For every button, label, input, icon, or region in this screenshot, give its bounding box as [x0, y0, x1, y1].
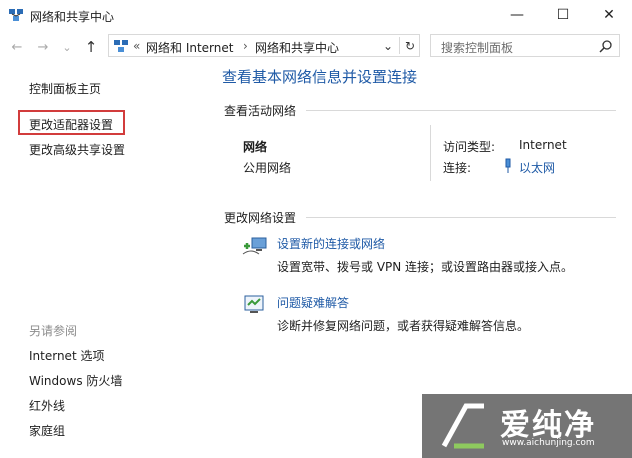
ethernet-icon	[505, 158, 511, 173]
network-location-icon	[114, 40, 128, 52]
access-type-value: Internet	[519, 138, 567, 152]
setup-new-connection-desc: 设置宽带、拨号或 VPN 连接；或设置路由器或接入点。	[277, 260, 574, 274]
close-button[interactable]: ✕	[586, 0, 632, 30]
network-name: 网络	[243, 140, 268, 154]
active-networks-heading: 查看活动网络	[224, 104, 297, 118]
ethernet-link[interactable]: 以太网	[519, 159, 555, 176]
forward-button[interactable]: →	[34, 38, 52, 56]
sidebar-change-advanced-sharing[interactable]: 更改高级共享设置	[29, 141, 125, 158]
up-button[interactable]: ↑	[82, 38, 100, 56]
maximize-button[interactable]: ☐	[540, 0, 586, 30]
connection-label: 连接:	[443, 161, 472, 175]
section-divider	[306, 110, 616, 111]
minimize-button[interactable]: —	[494, 0, 540, 30]
address-bar[interactable]: « 网络和 Internet › 网络和共享中心 ⌄ ↻	[108, 34, 420, 57]
recent-locations-button[interactable]: ⌄	[58, 38, 76, 56]
access-type-label: 访问类型:	[443, 140, 496, 154]
network-center-icon	[9, 9, 23, 21]
breadcrumb-separator-icon: ›	[243, 39, 248, 53]
sidebar-change-adapter-settings[interactable]: 更改适配器设置	[29, 116, 113, 133]
troubleshoot-desc: 诊断并修复网络问题，或者获得疑难解答信息。	[277, 319, 530, 333]
breadcrumb-network-internet[interactable]: 网络和 Internet	[146, 39, 233, 56]
watermark: 爱纯净 www.aichunjing.com	[422, 394, 632, 458]
see-also-internet-options[interactable]: Internet 选项	[29, 347, 104, 364]
watermark-url: www.aichunjing.com	[502, 438, 595, 448]
sidebar-control-panel-home[interactable]: 控制面板主页	[29, 80, 101, 97]
title-bar: 网络和共享中心 — ☐ ✕	[0, 0, 632, 30]
page-title: 查看基本网络信息并设置连接	[222, 68, 418, 86]
see-also-title: 另请参阅	[29, 324, 78, 338]
address-divider	[399, 37, 400, 54]
see-also-windows-firewall[interactable]: Windows 防火墙	[29, 372, 122, 389]
setup-new-connection-link[interactable]: 设置新的连接或网络	[277, 235, 385, 252]
see-also-infrared[interactable]: 红外线	[29, 397, 65, 414]
new-connection-icon	[242, 237, 267, 255]
vertical-divider	[430, 125, 431, 181]
refresh-icon[interactable]: ↻	[405, 39, 415, 53]
search-icon[interactable]	[599, 39, 613, 53]
network-type[interactable]: 公用网络	[243, 159, 291, 176]
window-title: 网络和共享中心	[30, 10, 115, 24]
address-dropdown-icon[interactable]: ⌄	[383, 39, 393, 53]
search-input[interactable]: 搜索控制面板	[441, 39, 513, 56]
breadcrumb-sharing-center[interactable]: 网络和共享中心	[255, 39, 339, 56]
watermark-logo-icon	[441, 403, 484, 449]
troubleshoot-link[interactable]: 问题疑难解答	[277, 294, 349, 311]
search-box[interactable]: 搜索控制面板	[430, 34, 620, 57]
back-button[interactable]: ←	[8, 38, 26, 56]
troubleshoot-icon	[244, 295, 264, 313]
change-settings-heading: 更改网络设置	[224, 211, 297, 225]
see-also-homegroup[interactable]: 家庭组	[29, 422, 65, 439]
address-overflow[interactable]: «	[133, 39, 140, 53]
section-divider	[306, 217, 616, 218]
